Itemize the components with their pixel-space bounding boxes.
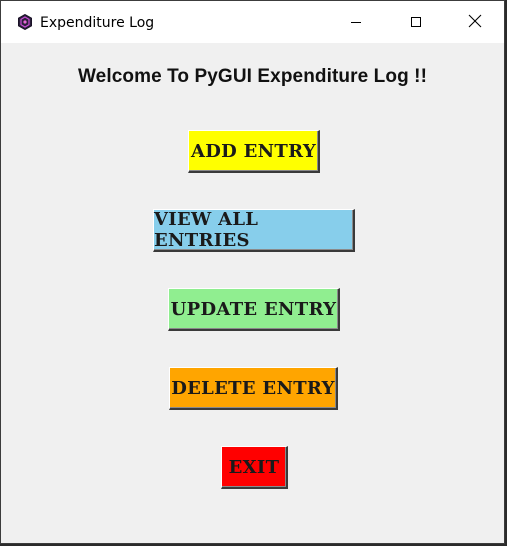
close-icon	[468, 13, 482, 32]
main-panel: Welcome To PyGUI Expenditure Log !! ADD …	[1, 43, 504, 543]
view-all-entries-button[interactable]: VIEW ALL ENTRIES	[153, 209, 355, 252]
close-button[interactable]	[446, 1, 504, 43]
exit-button[interactable]: EXIT	[221, 446, 288, 489]
minimize-button[interactable]	[327, 1, 385, 43]
add-entry-button[interactable]: ADD ENTRY	[188, 130, 320, 173]
maximize-button[interactable]	[387, 1, 445, 43]
title-bar[interactable]: Expenditure Log	[1, 1, 504, 43]
update-entry-button[interactable]: UPDATE ENTRY	[168, 288, 340, 331]
delete-entry-button[interactable]: DELETE ENTRY	[169, 367, 338, 410]
window-title: Expenditure Log	[40, 15, 155, 31]
maximize-icon	[410, 13, 422, 32]
welcome-heading: Welcome To PyGUI Expenditure Log !!	[77, 66, 428, 87]
hexagon-app-icon	[17, 13, 33, 31]
minimize-icon	[350, 13, 362, 32]
app-window: Expenditure Log Welcome To PyGUI Expendi…	[0, 0, 505, 544]
